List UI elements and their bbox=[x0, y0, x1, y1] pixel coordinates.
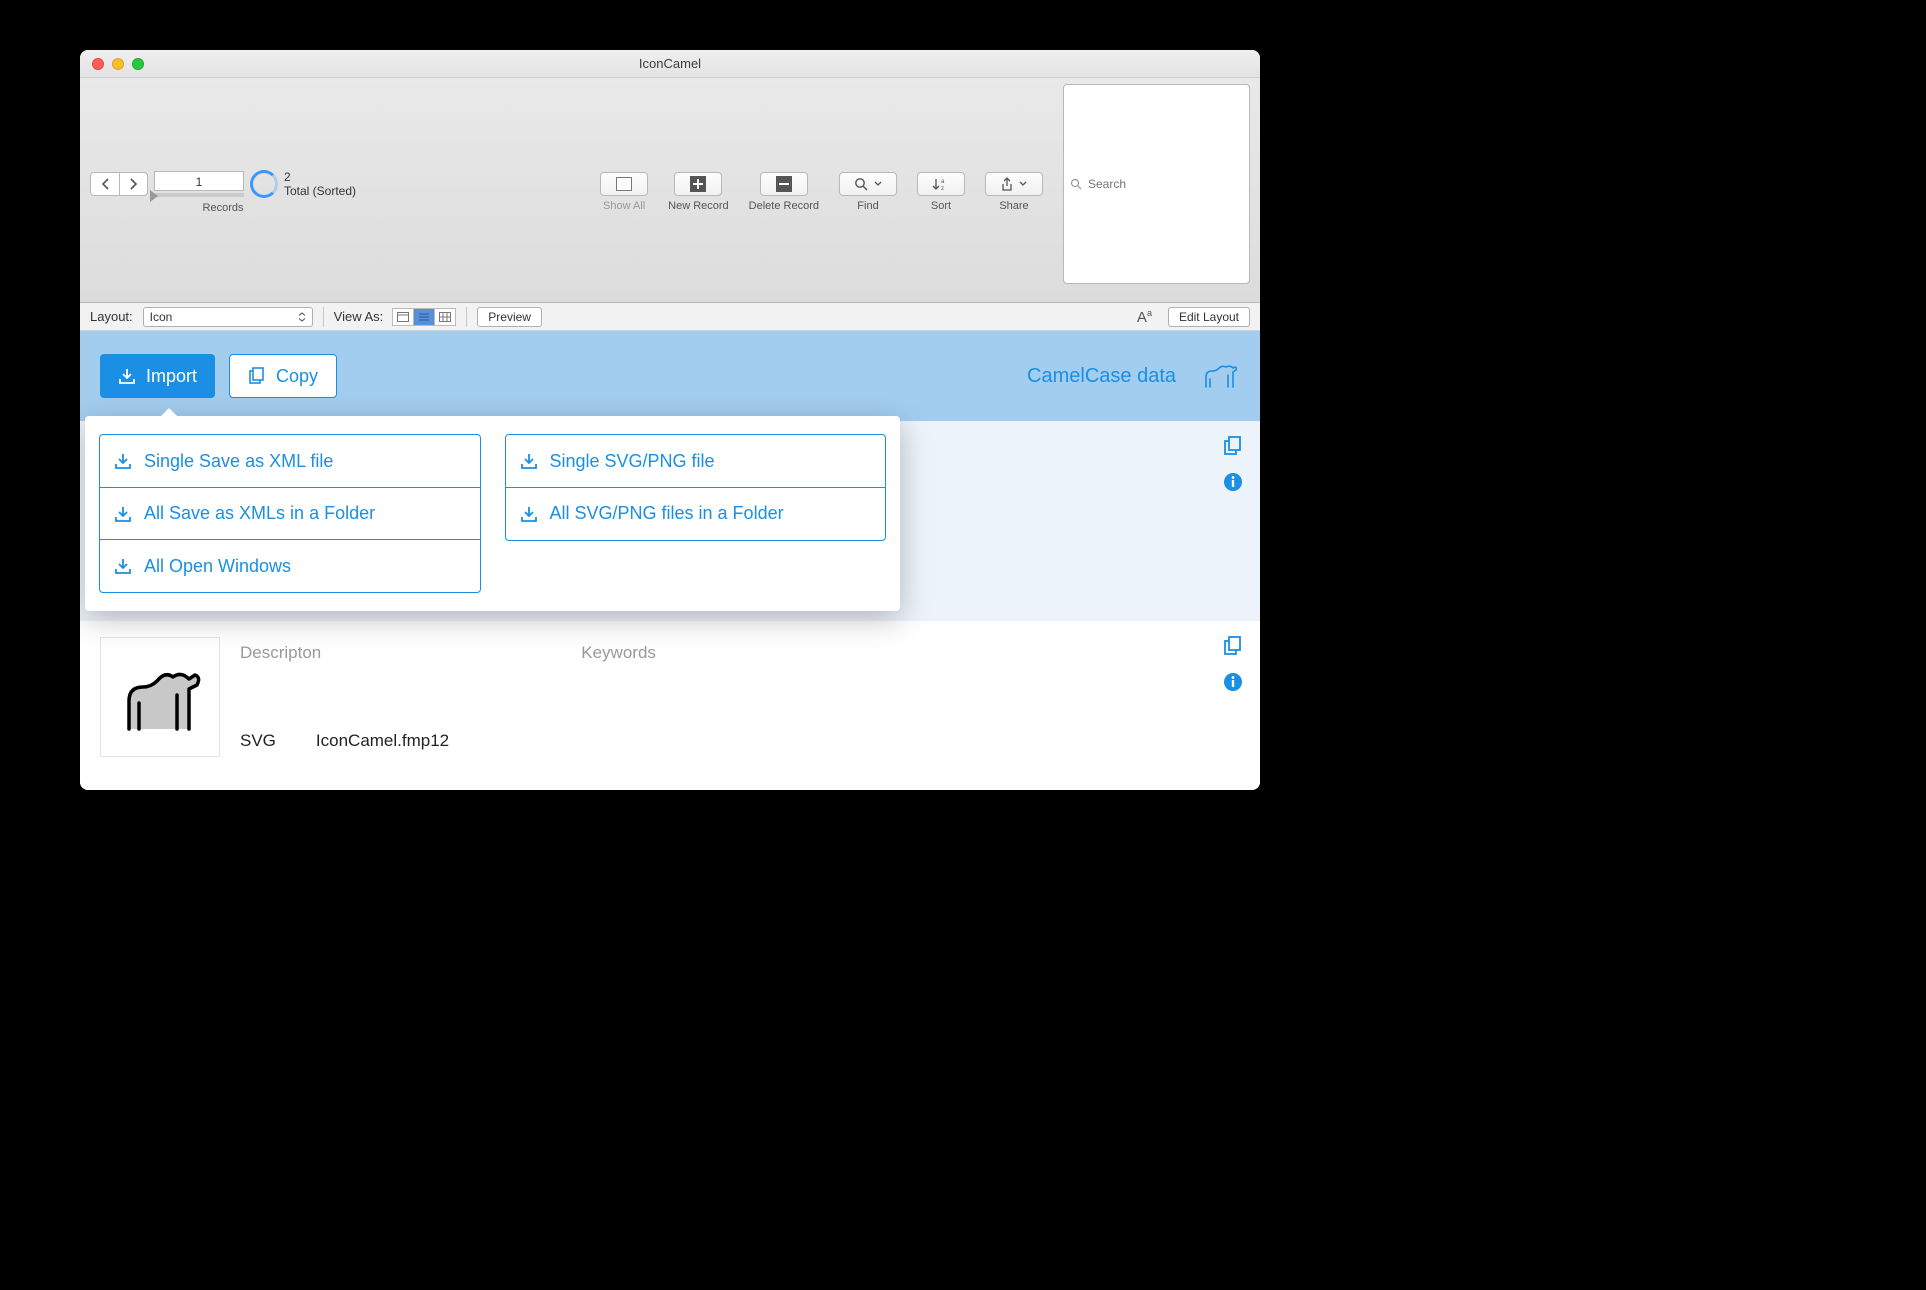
traffic-lights bbox=[80, 58, 144, 70]
row-info-button[interactable] bbox=[1222, 671, 1244, 693]
close-window-button[interactable] bbox=[92, 58, 104, 70]
text-format-icon[interactable]: Aa bbox=[1137, 308, 1152, 326]
import-icon bbox=[520, 505, 538, 523]
show-all-label: Show All bbox=[603, 200, 645, 212]
new-record-group: New Record bbox=[668, 172, 729, 212]
layout-select[interactable]: Icon bbox=[143, 307, 313, 327]
import-icon bbox=[114, 452, 132, 470]
zoom-window-button[interactable] bbox=[132, 58, 144, 70]
delete-record-group: Delete Record bbox=[749, 172, 819, 212]
prev-record-button[interactable] bbox=[91, 173, 119, 195]
import-button[interactable]: Import bbox=[100, 354, 215, 398]
share-button[interactable] bbox=[985, 172, 1043, 196]
search-group bbox=[1063, 84, 1250, 300]
record-type: SVG bbox=[240, 731, 276, 751]
view-table-button[interactable] bbox=[434, 308, 456, 326]
row-copy-button[interactable] bbox=[1222, 435, 1244, 457]
delete-record-button[interactable] bbox=[760, 172, 808, 196]
sort-icon: az bbox=[932, 177, 950, 191]
minimize-window-button[interactable] bbox=[112, 58, 124, 70]
minus-icon bbox=[776, 176, 792, 192]
toolbar: 1 2 Total (Sorted) Records Show All bbox=[80, 78, 1260, 303]
share-group: Share bbox=[985, 172, 1043, 212]
header-title: CamelCase data bbox=[1027, 365, 1176, 388]
record-total: 2 bbox=[284, 170, 356, 184]
record-meta: 2 Total (Sorted) bbox=[284, 170, 356, 198]
svg-text:a: a bbox=[941, 179, 945, 185]
record-sorted: Total (Sorted) bbox=[284, 184, 356, 198]
current-record-input[interactable]: 1 bbox=[154, 171, 244, 191]
plus-icon bbox=[690, 176, 706, 192]
record-nav bbox=[90, 172, 148, 196]
search-icon bbox=[1070, 178, 1082, 190]
new-record-button[interactable] bbox=[674, 172, 722, 196]
copy-icon bbox=[248, 367, 266, 385]
sort-group: az Sort bbox=[917, 172, 965, 212]
chevron-down-icon bbox=[874, 181, 882, 187]
show-all-group: Show All bbox=[600, 172, 648, 212]
find-label: Find bbox=[857, 200, 878, 212]
sort-button[interactable]: az bbox=[917, 172, 965, 196]
import-all-svg-png-folder-button[interactable]: All SVG/PNG files in a Folder bbox=[505, 487, 887, 541]
import-icon bbox=[118, 367, 136, 385]
new-record-label: New Record bbox=[668, 200, 729, 212]
search-icon bbox=[854, 177, 868, 191]
import-icon bbox=[520, 452, 538, 470]
record-slider[interactable] bbox=[154, 193, 244, 197]
share-label: Share bbox=[999, 200, 1028, 212]
search-box[interactable] bbox=[1063, 84, 1250, 284]
row-info-button[interactable] bbox=[1222, 471, 1244, 493]
select-arrows-icon bbox=[298, 312, 306, 322]
sort-label: Sort bbox=[931, 200, 951, 212]
layoutbar: Layout: Icon View As: Preview Aa Edit La… bbox=[80, 303, 1260, 331]
share-icon bbox=[1001, 177, 1013, 191]
record-filename: IconCamel.fmp12 bbox=[316, 731, 449, 751]
records-group: 1 2 Total (Sorted) Records bbox=[90, 170, 356, 214]
edit-layout-button[interactable]: Edit Layout bbox=[1168, 307, 1250, 327]
delete-record-label: Delete Record bbox=[749, 200, 819, 212]
stack-icon bbox=[616, 177, 632, 191]
view-as-switcher bbox=[393, 308, 456, 326]
row-copy-button[interactable] bbox=[1222, 635, 1244, 657]
svg-text:z: z bbox=[941, 186, 944, 191]
find-group: Find bbox=[839, 172, 897, 212]
import-icon bbox=[114, 505, 132, 523]
preview-button[interactable]: Preview bbox=[477, 307, 542, 327]
show-all-button[interactable] bbox=[600, 172, 648, 196]
import-all-xml-folder-button[interactable]: All Save as XMLs in a Folder bbox=[99, 487, 481, 541]
import-dropdown: Single Save as XML file All Save as XMLs… bbox=[85, 416, 900, 611]
search-input[interactable] bbox=[1088, 177, 1243, 191]
layout-value: Icon bbox=[150, 310, 173, 324]
actions-header: Import Copy CamelCase data Single Save a… bbox=[80, 331, 1260, 421]
next-record-button[interactable] bbox=[119, 173, 147, 195]
description-label: Descripton bbox=[240, 643, 321, 663]
find-button[interactable] bbox=[839, 172, 897, 196]
view-as-label: View As: bbox=[334, 309, 384, 324]
titlebar: IconCamel bbox=[80, 50, 1260, 78]
window-title: IconCamel bbox=[80, 56, 1260, 71]
record-thumbnail[interactable] bbox=[100, 637, 220, 757]
records-label: Records bbox=[203, 202, 244, 214]
app-window: IconCamel 1 bbox=[80, 50, 1260, 790]
record-row[interactable]: Descripton Keywords SVG IconCamel.fmp12 bbox=[80, 621, 1260, 773]
keywords-label: Keywords bbox=[581, 643, 656, 663]
view-form-button[interactable] bbox=[392, 308, 414, 326]
record-fields: Descripton Keywords SVG IconCamel.fmp12 bbox=[240, 637, 1200, 757]
camel-thumbnail-icon bbox=[115, 657, 205, 737]
view-list-button[interactable] bbox=[413, 308, 435, 326]
import-single-xml-button[interactable]: Single Save as XML file bbox=[99, 434, 481, 488]
camel-logo-icon bbox=[1200, 359, 1240, 393]
copy-button[interactable]: Copy bbox=[229, 354, 337, 398]
import-single-svg-png-button[interactable]: Single SVG/PNG file bbox=[505, 434, 887, 488]
chevron-down-icon bbox=[1019, 181, 1027, 187]
import-all-open-windows-button[interactable]: All Open Windows bbox=[99, 539, 481, 593]
import-icon bbox=[114, 557, 132, 575]
layout-label: Layout: bbox=[90, 309, 133, 324]
record-progress-icon bbox=[250, 170, 278, 198]
